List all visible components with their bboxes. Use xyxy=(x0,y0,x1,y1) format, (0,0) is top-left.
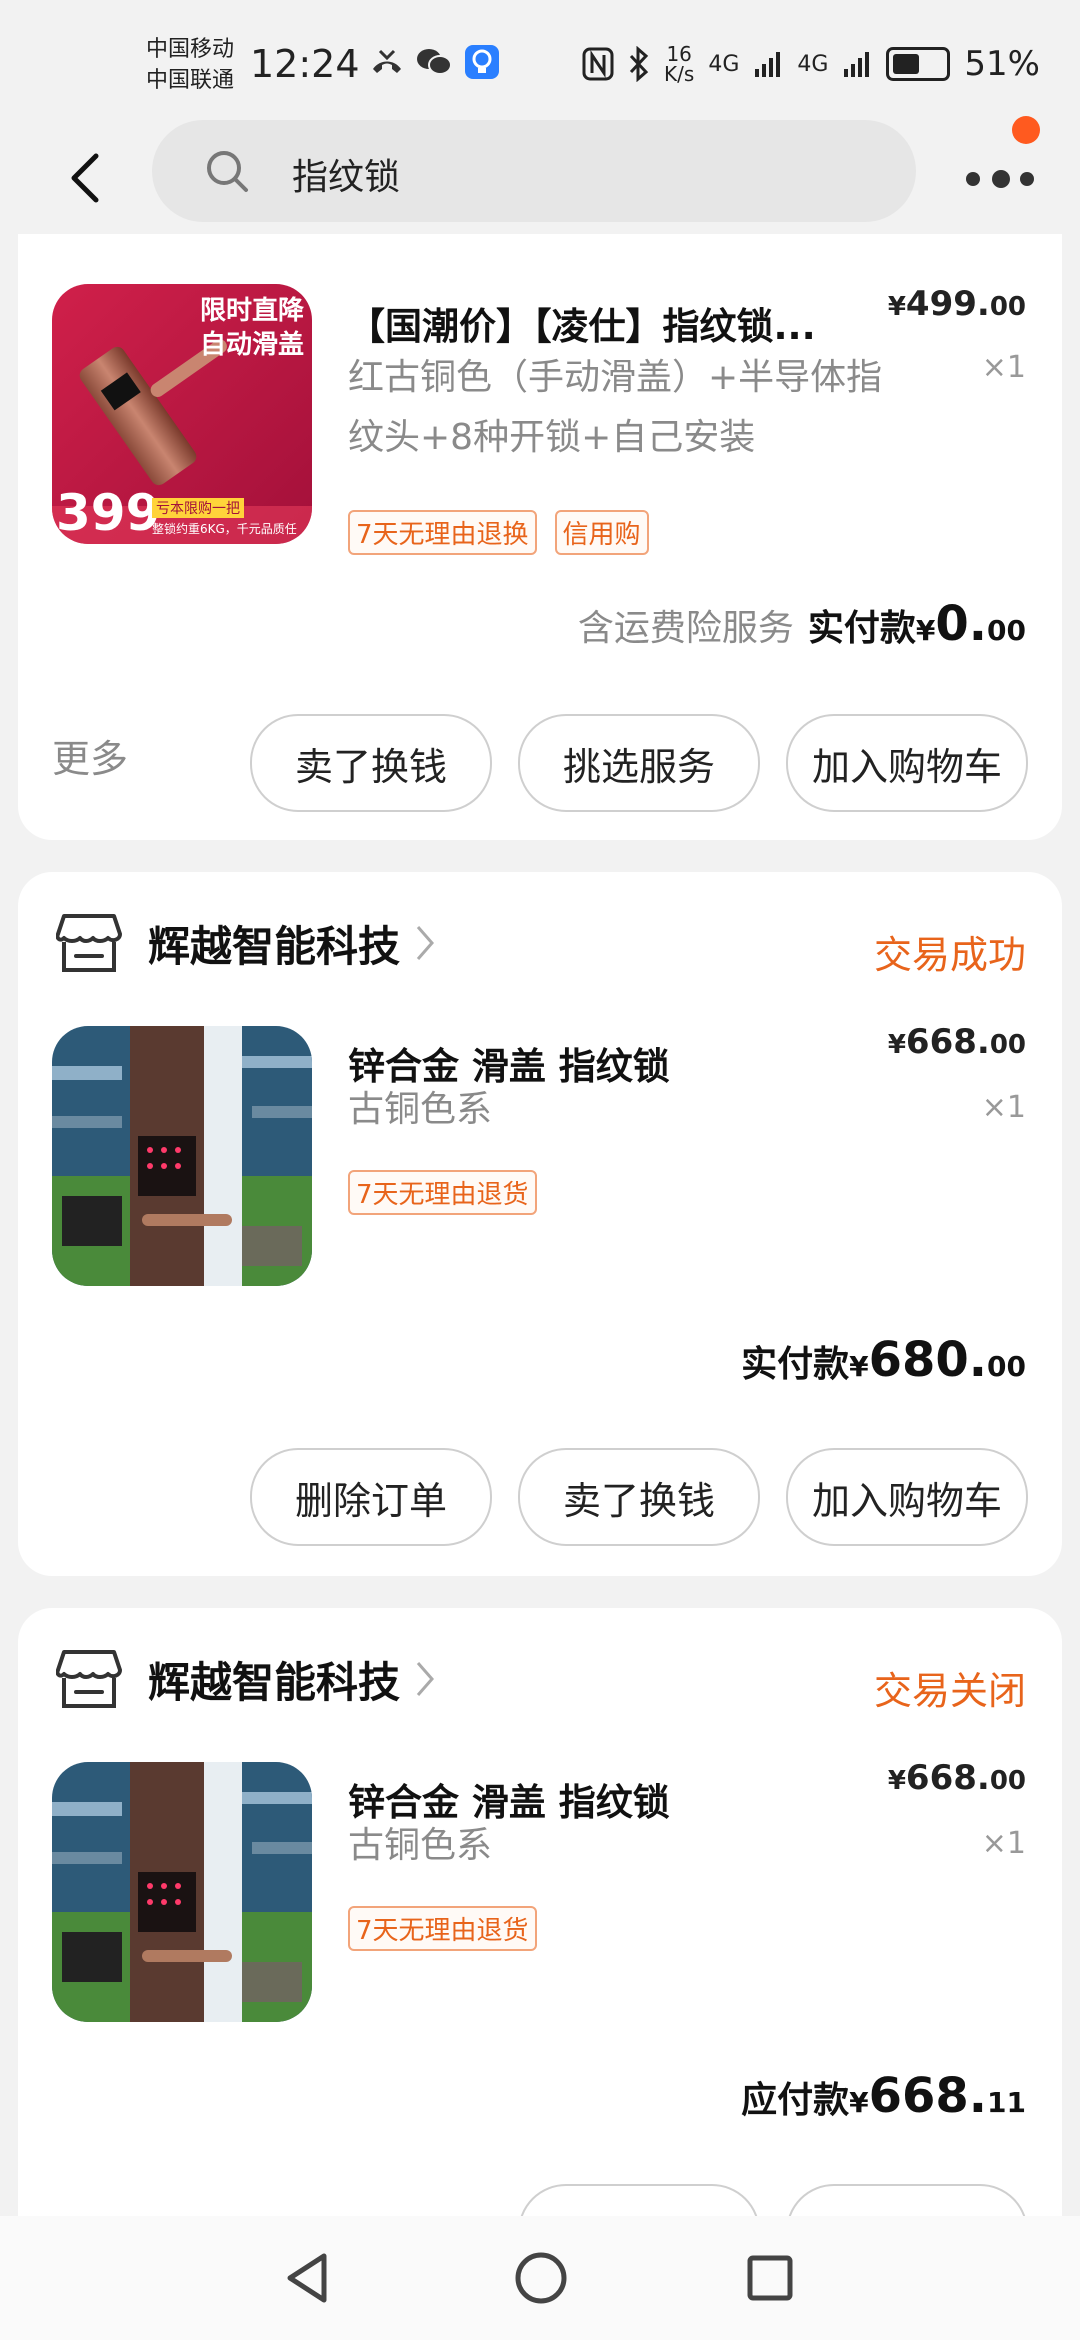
quantity: ×1 xyxy=(981,1090,1026,1125)
service-tags: 7天无理由退货 xyxy=(348,1170,537,1215)
delete-order-button[interactable]: 删除订单 xyxy=(250,1448,492,1546)
product-sku: 古铜色系 xyxy=(348,1825,493,1866)
bluetooth-icon xyxy=(629,46,649,82)
network-speed-unit: K/s xyxy=(664,62,695,86)
service-tags: 7天无理由退货 xyxy=(348,1906,537,1951)
paid-amount: 实付款¥680.00 xyxy=(741,1332,1026,1388)
wechat-icon xyxy=(417,49,452,75)
store-icon xyxy=(56,914,122,972)
thumb-price: 399 xyxy=(56,484,161,542)
shop-name[interactable]: 辉越智能科技 xyxy=(148,913,400,974)
thumb-banner: 限时直降 自动滑盖 xyxy=(199,296,304,360)
action-button-partial[interactable] xyxy=(518,2184,760,2216)
home-circle-icon[interactable] xyxy=(512,2248,570,2308)
back-triangle-icon[interactable] xyxy=(280,2248,336,2308)
order-card[interactable]: 限时直降 自动滑盖 399 亏本限购一把 整锁约重6KG，千元品质任 【国潮价】… xyxy=(18,234,1062,840)
action-button-partial[interactable] xyxy=(786,2184,1028,2216)
product-thumbnail[interactable]: 限时直降 自动滑盖 399 亏本限购一把 整锁约重6KG，千元品质任 xyxy=(52,284,312,544)
carrier-1: 中国移动 xyxy=(146,37,235,62)
recents-square-icon[interactable] xyxy=(742,2248,798,2308)
service-tags: 7天无理由退换 信用购 xyxy=(348,510,649,555)
signal-bars-2-icon xyxy=(844,52,870,77)
more-actions-link[interactable]: 更多 xyxy=(52,728,128,783)
product-image-workshop xyxy=(52,1762,312,2022)
signal-label-1: 4G xyxy=(708,51,740,77)
unit-price: ¥668.00 xyxy=(887,1758,1026,1798)
thumb-strip: 亏本限购一把 xyxy=(152,498,244,518)
clock: 12:24 xyxy=(250,42,360,86)
signal-label-2: 4G xyxy=(797,51,829,77)
carrier-2: 中国联通 xyxy=(146,68,235,93)
back-arrow-icon[interactable] xyxy=(58,148,118,208)
system-nav-bar xyxy=(0,2216,1080,2340)
product-sku: 红古铜色（手动滑盖）+半导体指纹头+8种开锁+自己安装 xyxy=(348,357,883,458)
product-sku: 古铜色系 xyxy=(348,1089,493,1130)
chevron-right-icon xyxy=(416,1662,435,1696)
service-tag: 信用购 xyxy=(554,510,649,555)
store-icon xyxy=(56,1650,122,1708)
shop-name[interactable]: 辉越智能科技 xyxy=(148,1649,400,1710)
nfc-icon xyxy=(582,47,614,81)
search-icon xyxy=(207,151,248,192)
status-bar: 中国移动 中国联通 12:24 16 K/s 4G 4G 51% xyxy=(0,0,1080,118)
product-title[interactable]: 【国潮价】【凌仕】指纹锁... xyxy=(348,296,816,350)
notification-icons xyxy=(370,44,500,80)
network-speed-value: 16 xyxy=(666,42,692,66)
order-card[interactable]: 辉越智能科技 交易成功 锌合金 滑盖 指纹锁 古铜色系 7天无理由退货 ¥668… xyxy=(18,872,1062,1576)
more-menu-icon[interactable] xyxy=(962,164,1042,194)
search-query: 指纹锁 xyxy=(292,157,401,198)
notification-dot xyxy=(1012,116,1040,144)
order-status: 交易关闭 xyxy=(873,1669,1026,1713)
paid-amount: 含运费险服务 实付款¥0.00 xyxy=(577,596,1026,652)
add-to-cart-button[interactable]: 加入购物车 xyxy=(786,714,1028,812)
app-notification-icon xyxy=(465,45,499,79)
battery-percent: 51% xyxy=(964,44,1040,84)
service-tag: 7天无理由退货 xyxy=(348,1906,537,1951)
search-input[interactable]: 指纹锁 xyxy=(152,120,916,222)
carrier-names: 中国移动 中国联通 xyxy=(146,34,234,96)
shop-header[interactable]: 辉越智能科技 xyxy=(56,912,436,974)
select-service-button[interactable]: 挑选服务 xyxy=(518,714,760,812)
product-thumbnail[interactable] xyxy=(52,1026,312,1286)
service-tag: 7天无理由退换 xyxy=(348,510,537,555)
thumb-note: 整锁约重6KG，千元品质任 xyxy=(152,522,297,536)
network-speed: 16 K/s xyxy=(664,44,694,84)
unit-price: ¥668.00 xyxy=(887,1022,1026,1062)
quantity: ×1 xyxy=(981,350,1026,385)
order-card[interactable]: 辉越智能科技 交易关闭 锌合金 滑盖 指纹锁 古铜色系 7天无理由退货 ¥668… xyxy=(18,1608,1062,2216)
payable-amount: 应付款¥668.11 xyxy=(741,2068,1026,2124)
quantity: ×1 xyxy=(981,1826,1026,1861)
missed-call-icon xyxy=(373,49,401,73)
top-bar: 指纹锁 xyxy=(0,118,1080,234)
signal-bars-1-icon xyxy=(755,52,781,77)
chevron-right-icon xyxy=(416,926,435,960)
sell-button[interactable]: 卖了换钱 xyxy=(518,1448,760,1546)
sell-button[interactable]: 卖了换钱 xyxy=(250,714,492,812)
add-to-cart-button[interactable]: 加入购物车 xyxy=(786,1448,1028,1546)
system-icons: 16 K/s 4G 4G 51% xyxy=(582,44,1040,84)
shop-header[interactable]: 辉越智能科技 xyxy=(56,1648,436,1710)
product-thumbnail[interactable] xyxy=(52,1762,312,2022)
product-image-workshop xyxy=(52,1026,312,1286)
service-tag: 7天无理由退货 xyxy=(348,1170,537,1215)
battery-icon xyxy=(886,47,951,81)
unit-price: ¥499.00 xyxy=(887,284,1026,324)
service-note: 含运费险服务 xyxy=(577,608,794,649)
order-status: 交易成功 xyxy=(873,933,1026,977)
